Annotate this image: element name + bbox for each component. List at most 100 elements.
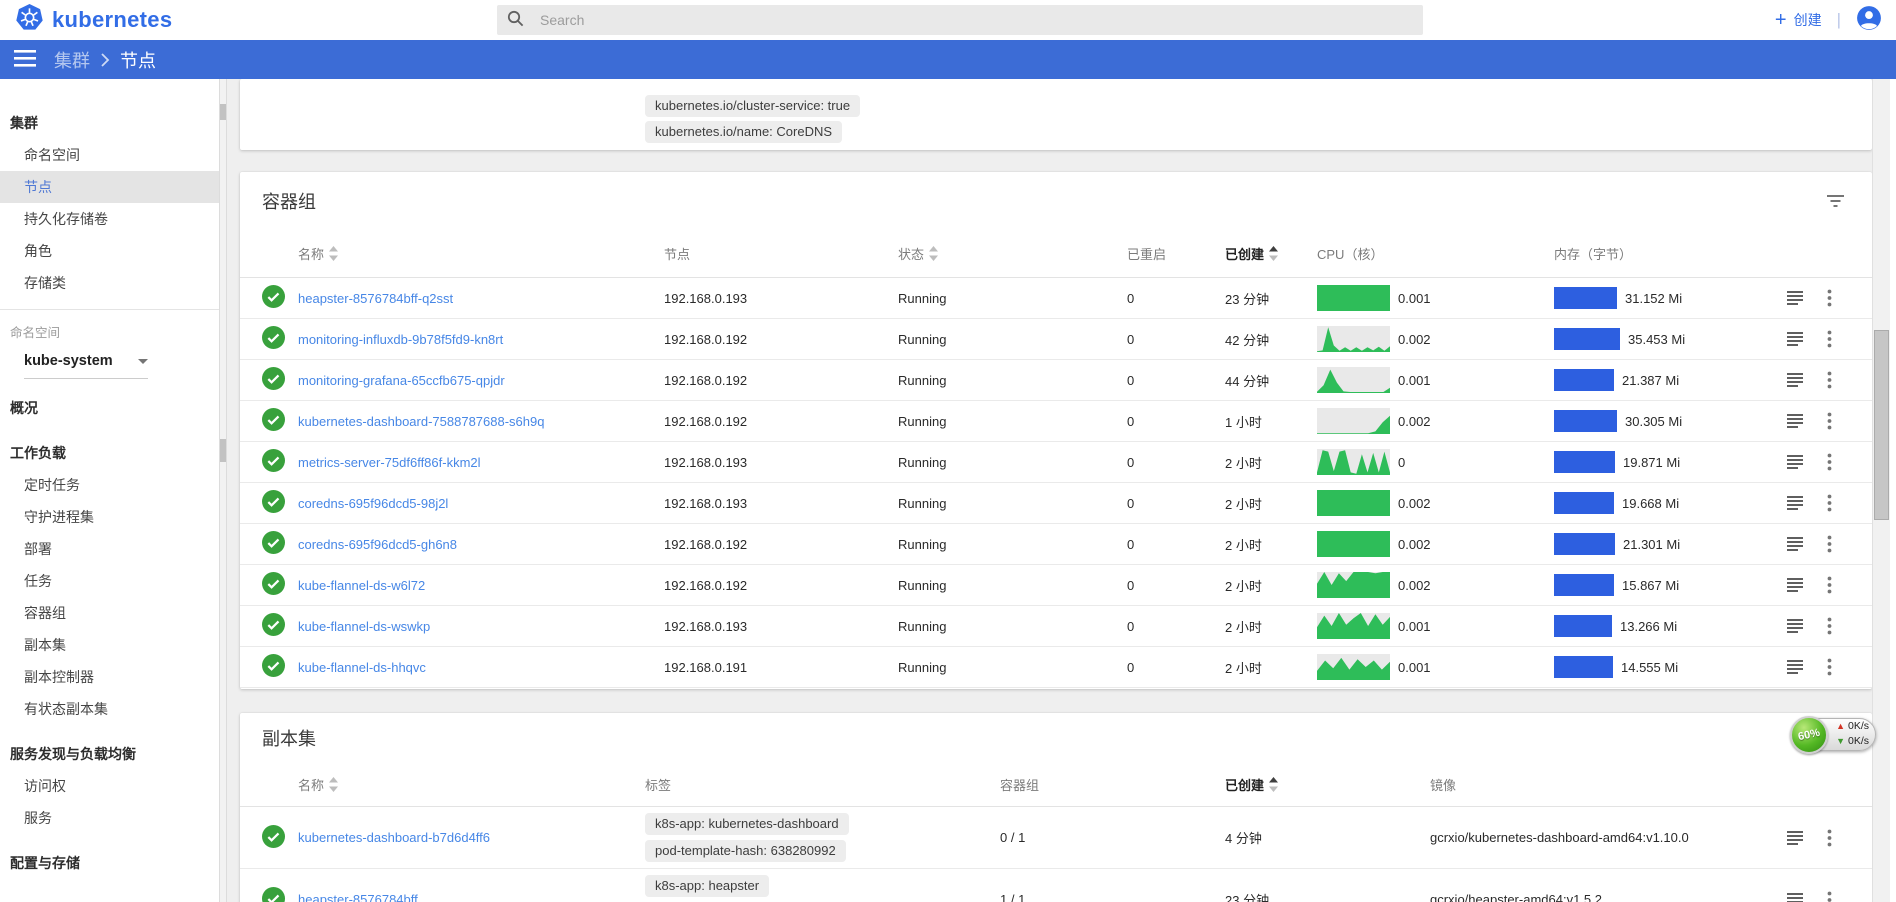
pod-created: 2 小时 bbox=[1225, 617, 1317, 636]
pod-name-link[interactable]: coredns-695f96dcd5-98j2l bbox=[298, 496, 448, 511]
status-ok-icon bbox=[262, 449, 285, 472]
row-menu-icon[interactable] bbox=[1824, 368, 1860, 392]
sidebar-item-services[interactable]: 服务 bbox=[0, 802, 219, 834]
logs-icon[interactable] bbox=[1784, 451, 1824, 473]
pod-restarts: 0 bbox=[1127, 496, 1225, 511]
breadcrumb-cluster-link[interactable]: 集群 bbox=[54, 47, 90, 73]
pod-name-link[interactable]: kube-flannel-ds-w6l72 bbox=[298, 578, 425, 593]
column-header-status[interactable]: 状态 bbox=[898, 244, 1127, 263]
row-menu-icon[interactable] bbox=[1824, 826, 1860, 850]
pod-created: 42 分钟 bbox=[1225, 330, 1317, 349]
pod-name-link[interactable]: kube-flannel-ds-wswkp bbox=[298, 619, 430, 634]
table-row: kubernetes-dashboard-7588787688-s6h9q192… bbox=[240, 401, 1872, 442]
pod-name-link[interactable]: kube-flannel-ds-hhqvc bbox=[298, 660, 426, 675]
replicaset-image: gcrxio/heapster-amd64:v1.5.2 bbox=[1430, 892, 1784, 902]
sidebar-namespace-select[interactable]: kube-system bbox=[24, 353, 148, 379]
search-bar[interactable] bbox=[497, 5, 1423, 35]
row-menu-icon[interactable] bbox=[1824, 409, 1860, 433]
label-chip: kubernetes.io/name: CoreDNS bbox=[645, 121, 842, 143]
pod-name-link[interactable]: metrics-server-75df6ff86f-kkm2l bbox=[298, 455, 481, 470]
row-menu-icon[interactable] bbox=[1824, 327, 1860, 351]
pod-node: 192.168.0.193 bbox=[664, 496, 898, 511]
sidebar-item-cluster[interactable]: 集群 bbox=[0, 107, 219, 139]
window-scrollbar[interactable] bbox=[1872, 79, 1890, 902]
row-menu-icon[interactable] bbox=[1824, 491, 1860, 515]
search-input[interactable] bbox=[538, 11, 1378, 29]
pod-name-link[interactable]: monitoring-influxdb-9b78f5fd9-kn8rt bbox=[298, 332, 503, 347]
row-menu-icon[interactable] bbox=[1824, 888, 1860, 902]
status-ok-icon bbox=[262, 654, 285, 677]
memory-bar-chart bbox=[1554, 656, 1613, 678]
column-header-created[interactable]: 已创建 bbox=[1225, 244, 1317, 263]
logs-icon[interactable] bbox=[1784, 492, 1824, 514]
logs-icon[interactable] bbox=[1784, 287, 1824, 309]
pod-name-link[interactable]: heapster-8576784bff-q2sst bbox=[298, 291, 453, 306]
memory-value: 15.867 Mi bbox=[1622, 578, 1679, 593]
create-button[interactable]: + 创建 bbox=[1775, 10, 1822, 30]
row-menu-icon[interactable] bbox=[1824, 614, 1860, 638]
logs-icon[interactable] bbox=[1784, 889, 1824, 902]
sidebar-item-cron-jobs[interactable]: 定时任务 bbox=[0, 469, 219, 501]
sidebar-item-jobs[interactable]: 任务 bbox=[0, 565, 219, 597]
pod-name-link[interactable]: coredns-695f96dcd5-gh6n8 bbox=[298, 537, 457, 552]
breadcrumb: 集群 节点 bbox=[54, 47, 156, 73]
filter-icon[interactable] bbox=[1823, 191, 1848, 211]
sidebar-item-stateful-sets[interactable]: 有状态副本集 bbox=[0, 693, 219, 725]
sidebar-item-pods[interactable]: 容器组 bbox=[0, 597, 219, 629]
logs-icon[interactable] bbox=[1784, 827, 1824, 849]
sidebar-item-roles[interactable]: 角色 bbox=[0, 235, 219, 267]
row-menu-icon[interactable] bbox=[1824, 655, 1860, 679]
column-header-created[interactable]: 已创建 bbox=[1225, 775, 1430, 794]
sidebar-item-ingresses[interactable]: 访问权 bbox=[0, 770, 219, 802]
logs-icon[interactable] bbox=[1784, 656, 1824, 678]
column-header-name[interactable]: 名称 bbox=[298, 775, 645, 794]
column-header-name[interactable]: 名称 bbox=[298, 244, 664, 263]
logs-icon[interactable] bbox=[1784, 369, 1824, 391]
sidebar-item-daemon-sets[interactable]: 守护进程集 bbox=[0, 501, 219, 533]
row-menu-icon[interactable] bbox=[1824, 532, 1860, 556]
sidebar-item-deployments[interactable]: 部署 bbox=[0, 533, 219, 565]
cpu-value: 0 bbox=[1398, 455, 1405, 470]
sidebar-item-workloads[interactable]: 工作负载 bbox=[0, 437, 219, 469]
replica-sets-table-header: 名称 标签 容器组 已创建 镜像 bbox=[240, 763, 1872, 807]
sidebar-scrollbar[interactable] bbox=[219, 79, 227, 902]
sidebar-scrollbar-thumb[interactable] bbox=[220, 439, 226, 462]
pod-node: 192.168.0.192 bbox=[664, 332, 898, 347]
hamburger-menu-icon[interactable] bbox=[12, 46, 38, 74]
user-avatar-icon[interactable] bbox=[1856, 5, 1882, 36]
kubernetes-logo[interactable]: kubernetes bbox=[16, 4, 172, 36]
sidebar-item-overview[interactable]: 概况 bbox=[0, 392, 219, 424]
sidebar-item-replica-sets[interactable]: 副本集 bbox=[0, 629, 219, 661]
sidebar-scrollbar-thumb[interactable] bbox=[220, 104, 226, 120]
row-menu-icon[interactable] bbox=[1824, 286, 1860, 310]
row-menu-icon[interactable] bbox=[1824, 450, 1860, 474]
memory-bar-chart bbox=[1554, 369, 1614, 391]
logs-icon[interactable] bbox=[1784, 574, 1824, 596]
cpu-sparkline-chart bbox=[1317, 572, 1390, 598]
column-header-restarts: 已重启 bbox=[1127, 244, 1225, 263]
row-menu-icon[interactable] bbox=[1824, 573, 1860, 597]
pod-restarts: 0 bbox=[1127, 619, 1225, 634]
pods-card-title: 容器组 bbox=[262, 188, 316, 214]
sidebar-item-nodes[interactable]: 节点 bbox=[0, 171, 219, 203]
logs-icon[interactable] bbox=[1784, 410, 1824, 432]
sidebar-item-persistent-volumes[interactable]: 持久化存储卷 bbox=[0, 203, 219, 235]
sidebar-item-config-storage[interactable]: 配置与存储 bbox=[0, 847, 219, 879]
sidebar-item-storage-classes[interactable]: 存储类 bbox=[0, 267, 219, 299]
replicaset-name-link[interactable]: heapster-8576784bff bbox=[298, 892, 418, 902]
sidebar-item-namespaces[interactable]: 命名空间 bbox=[0, 139, 219, 171]
replicaset-name-link[interactable]: kubernetes-dashboard-b7d6d4ff6 bbox=[298, 830, 490, 845]
net-speed-overlay-widget[interactable]: 60% ▲0K/s ▼0K/s bbox=[1790, 716, 1876, 754]
pod-name-link[interactable]: monitoring-grafana-65ccfb675-qpjdr bbox=[298, 373, 505, 388]
upload-arrow-icon: ▲ bbox=[1836, 721, 1845, 731]
logs-icon[interactable] bbox=[1784, 328, 1824, 350]
window-scrollbar-thumb[interactable] bbox=[1874, 330, 1889, 520]
logs-icon[interactable] bbox=[1784, 615, 1824, 637]
cpu-sparkline-chart bbox=[1317, 449, 1390, 475]
pod-name-link[interactable]: kubernetes-dashboard-7588787688-s6h9q bbox=[298, 414, 544, 429]
logs-icon[interactable] bbox=[1784, 533, 1824, 555]
sidebar-item-discovery[interactable]: 服务发现与负载均衡 bbox=[0, 738, 219, 770]
sidebar-item-replication-controllers[interactable]: 副本控制器 bbox=[0, 661, 219, 693]
cpu-value: 0.002 bbox=[1398, 496, 1431, 511]
search-icon bbox=[506, 9, 524, 32]
